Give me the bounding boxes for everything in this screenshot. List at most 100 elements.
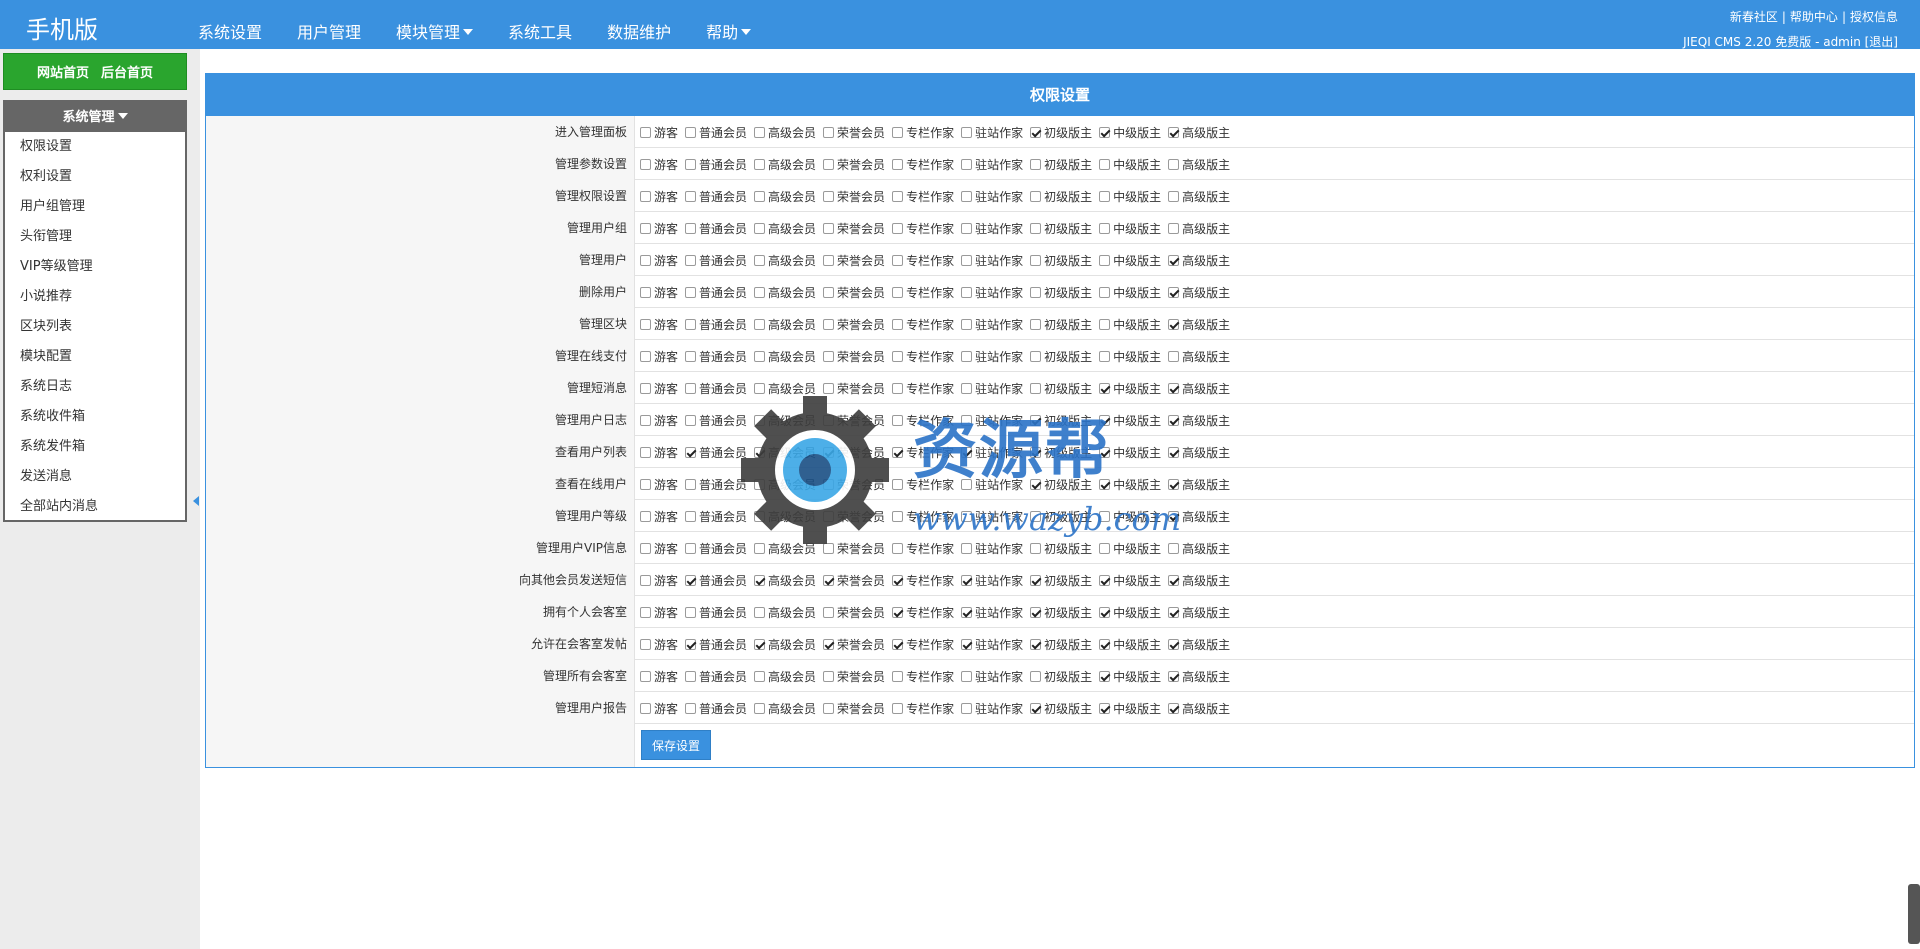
permission-checkbox[interactable] xyxy=(1099,446,1111,458)
permission-option[interactable]: 中级版主 xyxy=(1099,148,1161,180)
permission-option[interactable]: 专栏作家 xyxy=(892,372,954,404)
permission-option[interactable]: 游客 xyxy=(640,436,678,468)
permission-checkbox[interactable] xyxy=(1168,638,1180,650)
permission-option[interactable]: 游客 xyxy=(640,372,678,404)
permission-checkbox[interactable] xyxy=(961,446,973,458)
permission-option[interactable]: 中级版主 xyxy=(1099,340,1161,372)
permission-option[interactable]: 初级版主 xyxy=(1030,564,1092,596)
permission-option[interactable]: 荣誉会员 xyxy=(823,596,885,628)
permission-option[interactable]: 中级版主 xyxy=(1099,532,1161,564)
permission-option[interactable]: 中级版主 xyxy=(1099,244,1161,276)
permission-checkbox[interactable] xyxy=(640,126,651,138)
permission-option[interactable]: 初级版主 xyxy=(1030,212,1092,244)
permission-option[interactable]: 初级版主 xyxy=(1030,404,1092,436)
permission-option[interactable]: 游客 xyxy=(640,596,678,628)
permission-option[interactable]: 荣誉会员 xyxy=(823,212,885,244)
permission-option[interactable]: 高级版主 xyxy=(1168,308,1230,340)
permission-option[interactable]: 驻站作家 xyxy=(961,244,1023,276)
permission-checkbox[interactable] xyxy=(640,606,651,618)
permission-option[interactable]: 高级会员 xyxy=(754,532,816,564)
permission-option[interactable]: 高级版主 xyxy=(1168,276,1230,308)
permission-option[interactable]: 高级会员 xyxy=(754,404,816,436)
sidebar-item[interactable]: 权利设置 xyxy=(5,162,185,192)
permission-checkbox[interactable] xyxy=(1099,382,1111,394)
permission-option[interactable]: 游客 xyxy=(640,340,678,372)
save-settings-button[interactable]: 保存设置 xyxy=(641,730,712,760)
permission-option[interactable]: 普通会员 xyxy=(685,596,747,628)
permission-checkbox[interactable] xyxy=(754,158,766,170)
permission-checkbox[interactable] xyxy=(1030,478,1042,490)
permission-option[interactable]: 专栏作家 xyxy=(892,564,954,596)
permission-checkbox[interactable] xyxy=(892,158,904,170)
permission-option[interactable]: 高级会员 xyxy=(754,436,816,468)
permission-checkbox[interactable] xyxy=(1030,638,1042,650)
permission-option[interactable]: 中级版主 xyxy=(1099,436,1161,468)
permission-checkbox[interactable] xyxy=(754,606,766,618)
permission-checkbox[interactable] xyxy=(685,382,697,394)
permission-checkbox[interactable] xyxy=(1168,254,1180,266)
permission-checkbox[interactable] xyxy=(892,670,904,682)
permission-checkbox[interactable] xyxy=(961,158,973,170)
nav-item[interactable]: 系统工具 xyxy=(508,0,572,49)
permission-checkbox[interactable] xyxy=(1030,670,1042,682)
permission-option[interactable]: 高级会员 xyxy=(754,340,816,372)
permission-option[interactable]: 荣誉会员 xyxy=(823,180,885,212)
permission-checkbox[interactable] xyxy=(961,254,973,266)
permission-option[interactable]: 驻站作家 xyxy=(961,212,1023,244)
community-link[interactable]: 新春社区 xyxy=(1730,10,1778,24)
permission-option[interactable]: 中级版主 xyxy=(1099,564,1161,596)
permission-checkbox[interactable] xyxy=(685,446,697,458)
permission-checkbox[interactable] xyxy=(685,670,697,682)
permission-option[interactable]: 荣誉会员 xyxy=(823,500,885,532)
permission-option[interactable]: 专栏作家 xyxy=(892,436,954,468)
permission-checkbox[interactable] xyxy=(754,478,766,490)
permission-option[interactable]: 游客 xyxy=(640,212,678,244)
help-center-link[interactable]: 帮助中心 xyxy=(1790,10,1838,24)
permission-checkbox[interactable] xyxy=(961,702,973,714)
permission-option[interactable]: 专栏作家 xyxy=(892,148,954,180)
permission-checkbox[interactable] xyxy=(1030,606,1042,618)
permission-option[interactable]: 高级版主 xyxy=(1168,596,1230,628)
permission-checkbox[interactable] xyxy=(1099,126,1111,138)
permission-checkbox[interactable] xyxy=(640,190,651,202)
permission-option[interactable]: 高级版主 xyxy=(1168,532,1230,564)
permission-checkbox[interactable] xyxy=(823,382,835,394)
permission-checkbox[interactable] xyxy=(640,158,651,170)
permission-option[interactable]: 高级会员 xyxy=(754,148,816,180)
permission-option[interactable]: 驻站作家 xyxy=(961,148,1023,180)
permission-option[interactable]: 初级版主 xyxy=(1030,692,1092,724)
permission-checkbox[interactable] xyxy=(685,350,697,362)
permission-option[interactable]: 中级版主 xyxy=(1099,596,1161,628)
sidebar-item[interactable]: 发送消息 xyxy=(5,462,185,492)
permission-checkbox[interactable] xyxy=(640,542,651,554)
permission-option[interactable]: 中级版主 xyxy=(1099,468,1161,500)
permission-option[interactable]: 高级会员 xyxy=(754,308,816,340)
permission-option[interactable]: 普通会员 xyxy=(685,212,747,244)
permission-option[interactable]: 专栏作家 xyxy=(892,692,954,724)
permission-checkbox[interactable] xyxy=(640,286,651,298)
permission-checkbox[interactable] xyxy=(892,126,904,138)
permission-checkbox[interactable] xyxy=(892,638,904,650)
permission-option[interactable]: 荣誉会员 xyxy=(823,660,885,692)
permission-option[interactable]: 初级版主 xyxy=(1030,148,1092,180)
permission-checkbox[interactable] xyxy=(892,702,904,714)
permission-checkbox[interactable] xyxy=(754,510,766,522)
permission-option[interactable]: 荣誉会员 xyxy=(823,340,885,372)
permission-checkbox[interactable] xyxy=(685,286,697,298)
permission-option[interactable]: 游客 xyxy=(640,244,678,276)
permission-option[interactable]: 初级版主 xyxy=(1030,180,1092,212)
permission-checkbox[interactable] xyxy=(640,574,651,586)
permission-option[interactable]: 高级版主 xyxy=(1168,436,1230,468)
admin-home-link[interactable]: 后台首页 xyxy=(101,62,153,81)
permission-checkbox[interactable] xyxy=(1099,638,1111,650)
permission-option[interactable]: 高级版主 xyxy=(1168,116,1230,148)
permission-option[interactable]: 驻站作家 xyxy=(961,692,1023,724)
permission-checkbox[interactable] xyxy=(754,638,766,650)
permission-checkbox[interactable] xyxy=(892,606,904,618)
permission-checkbox[interactable] xyxy=(1168,286,1180,298)
permission-option[interactable]: 专栏作家 xyxy=(892,308,954,340)
permission-checkbox[interactable] xyxy=(823,414,835,426)
permission-checkbox[interactable] xyxy=(685,542,697,554)
permission-checkbox[interactable] xyxy=(1168,222,1180,234)
permission-option[interactable]: 荣誉会员 xyxy=(823,276,885,308)
